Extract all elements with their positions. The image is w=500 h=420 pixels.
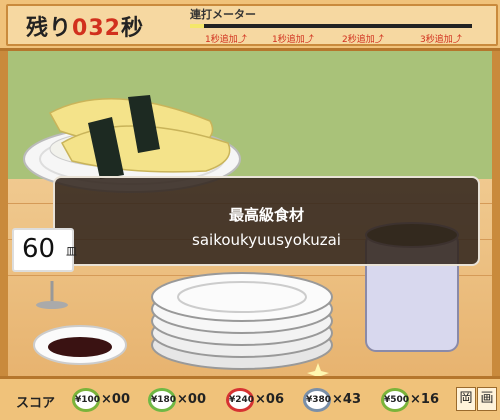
meter-mark-3: 2秒追加⤴ [342, 35, 384, 45]
plate-180-badge: ¥180 [148, 388, 176, 412]
prompt-japanese: 最高級食材 [228, 206, 304, 224]
meter-mark-1: 1秒追加⤴ [205, 35, 247, 45]
right-rail [492, 51, 500, 376]
sparkle-icon [307, 363, 329, 376]
game-screen: 残り032秒 連打メーター 1秒追加⤴ 1秒追加⤴ 2秒追加⤴ 3秒追加⤴ 最高… [0, 0, 500, 420]
combo-meter-title: 連打メーター [190, 8, 256, 21]
top-bar: 残り032秒 連打メーター 1秒追加⤴ 1秒追加⤴ 2秒追加⤴ 3秒追加⤴ [0, 0, 500, 51]
plate-500-count: ×16 [410, 392, 439, 407]
plate-240-badge: ¥240 [226, 388, 254, 412]
time-remaining: 残り032秒 [26, 10, 144, 42]
plate-100-badge: ¥100 [72, 388, 100, 412]
plate-180-count: ×00 [177, 392, 206, 407]
meter-mark-4: 3秒追加⤴ [420, 35, 462, 45]
menu-button-left[interactable]: 岡 [456, 387, 476, 411]
prompt-romaji: saikoukyuusyokuzai [192, 231, 341, 249]
left-rail [0, 51, 8, 376]
combo-meter-fill [190, 24, 204, 28]
typing-prompt: 最高級食材 saikoukyuusyokuzai [53, 176, 480, 266]
combo-meter-track [190, 24, 472, 28]
score-bar: スコア ¥100 ×00 ¥180 ×00 ¥240 ×06 ¥380 ×43 … [0, 376, 500, 420]
plate-240-count: ×06 [255, 392, 284, 407]
timer-prefix: 残り [26, 16, 73, 41]
plate-380-badge: ¥380 [303, 388, 331, 412]
menu-button-right[interactable]: 画 [477, 387, 497, 411]
plate-100-count: ×00 [101, 392, 130, 407]
plate-380-count: ×43 [332, 392, 361, 407]
plate-count-unit: 皿 [66, 245, 77, 258]
timer-suffix: 秒 [120, 16, 144, 41]
plate-counter: 60 [12, 228, 74, 272]
soy-sauce-icon [48, 337, 112, 357]
plate-500-badge: ¥500 [381, 388, 409, 412]
plate-count-number: 60 [22, 234, 56, 264]
score-label: スコア [16, 396, 56, 411]
sign-stand-base [36, 301, 68, 309]
timer-seconds: 032 [72, 16, 121, 41]
meter-mark-2: 1秒追加⤴ [272, 35, 314, 45]
